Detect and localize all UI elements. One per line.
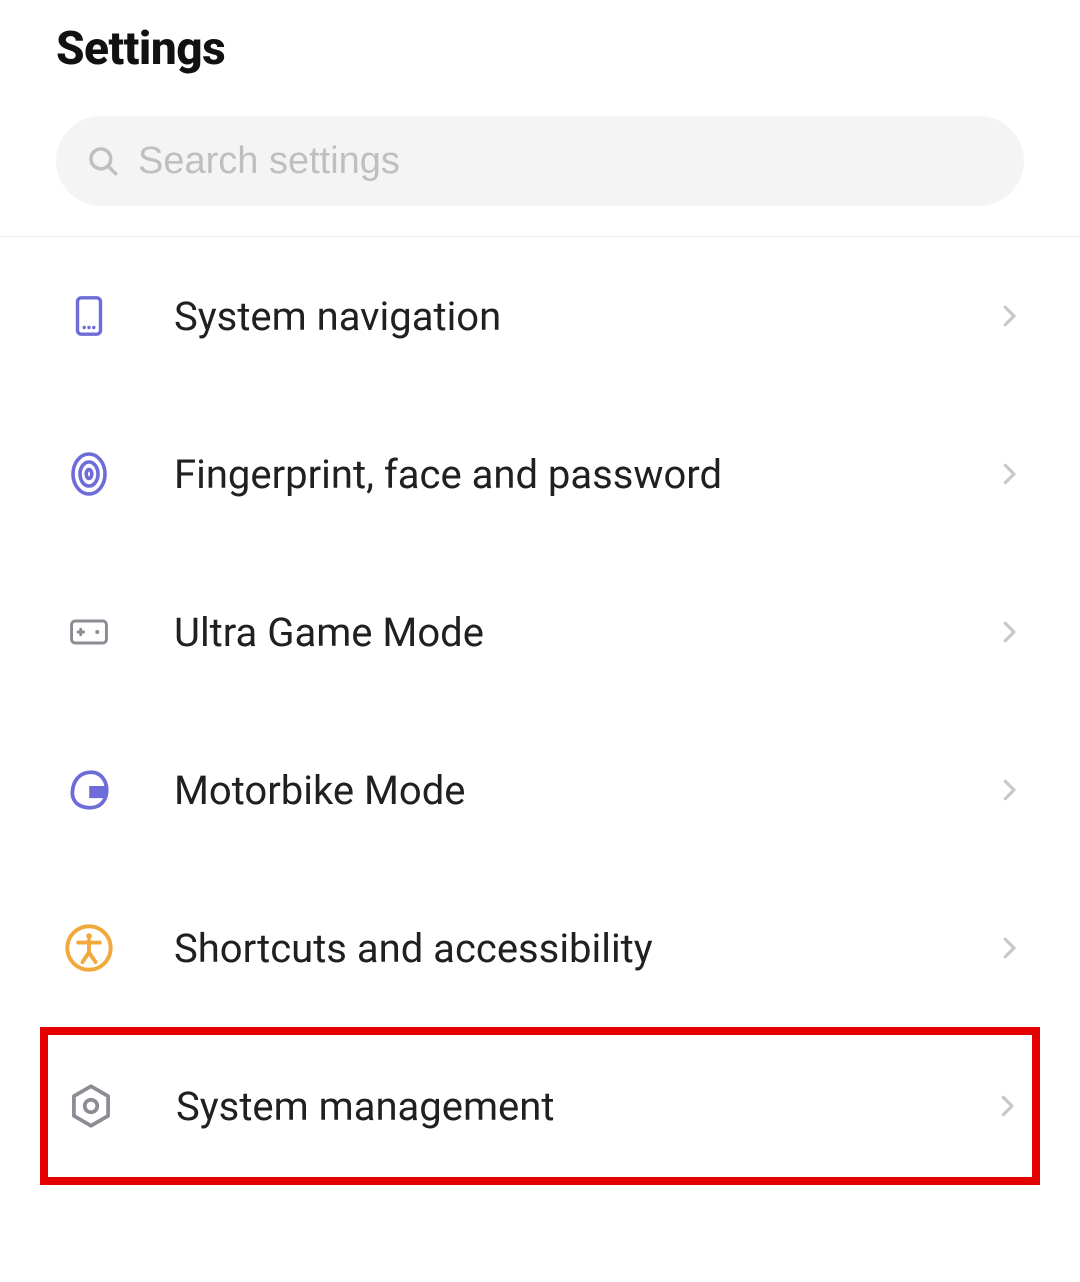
item-label: System management [176,1083,992,1130]
item-system-navigation[interactable]: System navigation [0,237,1080,395]
chevron-right-icon [994,933,1024,963]
accessibility-icon [60,919,118,977]
settings-list: System navigation Fingerprint, face and … [0,237,1080,1185]
search-bar[interactable] [56,116,1024,206]
item-system-management[interactable]: System management [40,1027,1040,1185]
item-motorbike-mode[interactable]: Motorbike Mode [0,711,1080,869]
helmet-icon [60,761,118,819]
item-label: Fingerprint, face and password [174,451,994,498]
item-label: Motorbike Mode [174,767,994,814]
item-fingerprint-face-password[interactable]: Fingerprint, face and password [0,395,1080,553]
search-input[interactable] [138,140,994,183]
gamepad-icon [60,603,118,661]
chevron-right-icon [992,1091,1022,1121]
item-shortcuts-accessibility[interactable]: Shortcuts and accessibility [0,869,1080,1027]
fingerprint-icon [60,445,118,503]
page-title: Settings [56,22,1024,76]
chevron-right-icon [994,459,1024,489]
item-label: Shortcuts and accessibility [174,925,994,972]
search-wrap [0,116,1080,236]
phone-icon [60,287,118,345]
header: Settings [0,0,1080,116]
search-icon [86,144,120,178]
chevron-right-icon [994,617,1024,647]
item-label: System navigation [174,293,994,340]
item-ultra-game-mode[interactable]: Ultra Game Mode [0,553,1080,711]
chevron-right-icon [994,301,1024,331]
item-label: Ultra Game Mode [174,609,994,656]
chevron-right-icon [994,775,1024,805]
gear-hex-icon [62,1077,120,1135]
